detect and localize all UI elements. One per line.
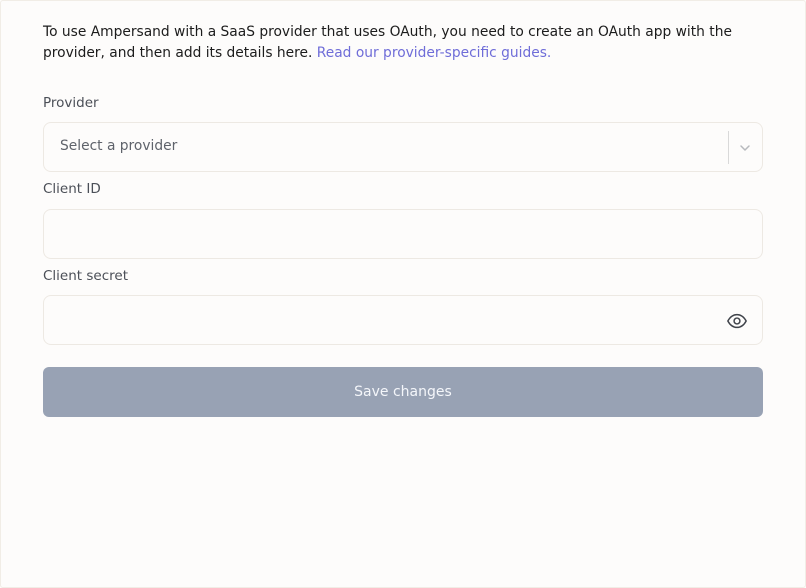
- client-secret-input[interactable]: [44, 296, 762, 344]
- provider-guides-link[interactable]: Read our provider-specific guides.: [317, 45, 552, 61]
- select-divider: [728, 131, 729, 164]
- client-id-input[interactable]: [44, 210, 762, 258]
- client-id-label: Client ID: [43, 181, 101, 197]
- provider-select[interactable]: Select a provider: [43, 122, 763, 172]
- eye-icon[interactable]: [726, 310, 748, 332]
- save-changes-button[interactable]: Save changes: [43, 367, 763, 417]
- page-container: [0, 0, 806, 588]
- client-secret-label: Client secret: [43, 268, 128, 284]
- client-id-field-wrapper: [43, 209, 763, 259]
- chevron-down-icon[interactable]: [738, 141, 752, 155]
- provider-select-placeholder: Select a provider: [60, 138, 178, 154]
- provider-label: Provider: [43, 95, 99, 111]
- intro-text: To use Ampersand with a SaaS provider th…: [43, 22, 763, 64]
- client-secret-field-wrapper: [43, 295, 763, 345]
